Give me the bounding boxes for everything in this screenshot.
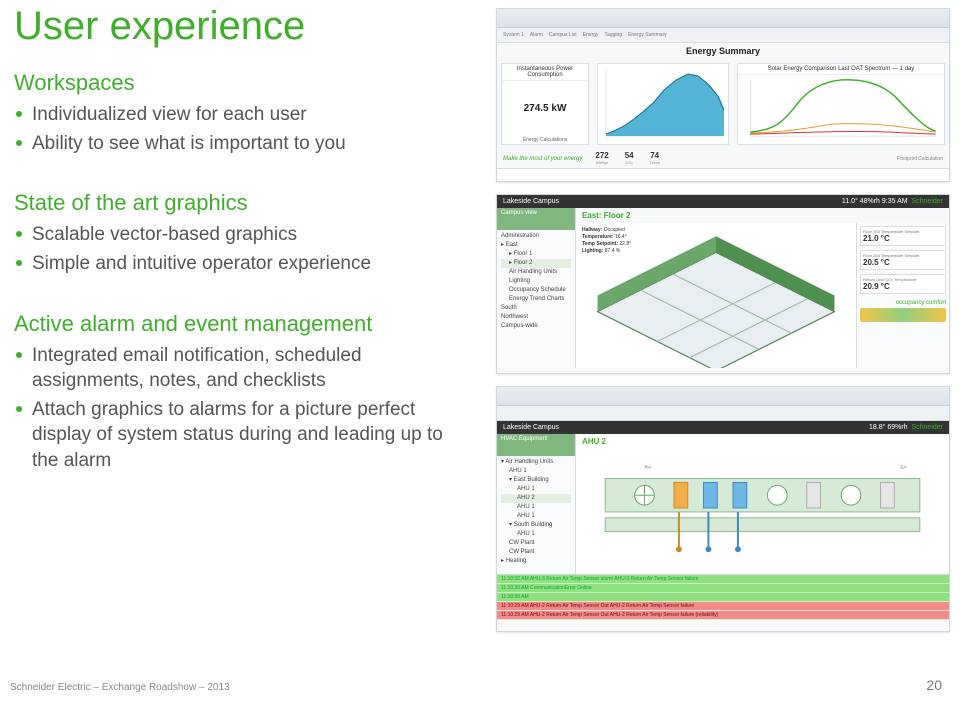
widget-readout: Floor 203 Temperature Setpoint 21.0 °C (860, 226, 946, 246)
brand: Schneider (911, 198, 943, 205)
tree-item: ▾ South Building (501, 521, 571, 530)
alarm-row: 11:10:32 AM AHU-3 Return Air Temp Sensor… (497, 575, 949, 584)
tree-item-selected: ▸ Floor 2 (501, 259, 571, 268)
isometric-floorplan: Hallway: Occupied Temperature: 16.4° Tem… (576, 223, 856, 368)
tree-item: AHU 1 (501, 512, 571, 521)
page-number: 20 (926, 677, 942, 693)
calc-label: Energy Calculations (502, 136, 588, 144)
hvac-diagram: AHU 2 (576, 434, 949, 574)
line-chart (738, 75, 944, 144)
status-readout: 11.0° 48%rh 9:35 AM (842, 198, 908, 205)
alarm-row: 11:10:30 AM CommunicationError Online (497, 584, 949, 593)
tab: Energy Summary (628, 32, 667, 38)
footprint-label: Footprint Calculation (897, 156, 943, 162)
tab: System 1 (503, 32, 524, 38)
toolbar (497, 406, 949, 421)
tree-item: Occupancy Schedule (501, 286, 571, 295)
tree-item: ▸ Floor 1 (501, 250, 571, 259)
svg-text:RA: RA (645, 465, 653, 471)
tagline: Make the most of your energy (503, 156, 582, 162)
card-title: Instantaneous Power Consumption (502, 64, 588, 81)
section-heading: Workspaces (14, 70, 464, 96)
widget-readout: Floor 204 Temperature Setpoint 20.5 °C (860, 250, 946, 270)
tree-item-selected: AHU 2 (501, 494, 571, 503)
right-panel: Floor 203 Temperature Setpoint 21.0 °C F… (856, 223, 949, 368)
app-title: Lakeside Campus (503, 424, 559, 431)
tree-item: CW Plant (501, 539, 571, 548)
tree-item: Lighting (501, 277, 571, 286)
status-readout: 18.8° 69%rh (869, 424, 908, 431)
stat: 272kWh/yr (595, 151, 608, 166)
main-header: East: Floor 2 (576, 208, 949, 223)
screenshot-energy-summary: System 1 Alarm Campus List Energy Taggin… (496, 8, 950, 182)
alarm-row: 11:10:29 AM AHU-2 Return Air Temp Sensor… (497, 611, 949, 620)
tab: Tagging (605, 32, 623, 38)
app-title: Lakeside Campus (503, 198, 559, 205)
window-titlebar (497, 9, 949, 28)
tree-item: ▾ Air Handling Units (501, 458, 571, 467)
tree-item: AHU 1 (501, 485, 571, 494)
meter-value: 274.5 kW (502, 81, 588, 136)
section-heading: Active alarm and event management (14, 311, 464, 337)
widget-readout: Return Duct CO₂ Temperature 20.9 °C (860, 274, 946, 294)
tab: Alarm (530, 32, 543, 38)
tree-item: Administration (501, 232, 571, 241)
tree-item: Air Handling Units (501, 268, 571, 277)
occupancy-label: occupancy comfort (860, 300, 946, 306)
alarm-row: 11:10:30 AM (497, 593, 949, 602)
sidebar-header: Campus view (497, 208, 575, 230)
tab: Energy (583, 32, 599, 38)
info-panel: Hallway: Occupied Temperature: 16.4° Tem… (582, 227, 631, 255)
tree-item: Campus-wide (501, 322, 571, 331)
tree-item: South (501, 304, 571, 313)
screenshot-column: System 1 Alarm Campus List Energy Taggin… (496, 8, 950, 644)
bullet: Ability to see what is important to you (14, 131, 464, 157)
tab: Campus List (549, 32, 577, 38)
tree-item: ▸ Heating (501, 557, 571, 566)
slide-title: User experience (14, 4, 305, 49)
area-chart (598, 64, 728, 144)
toolbar-tabs: System 1 Alarm Campus List Energy Taggin… (497, 28, 949, 43)
screenshot-hvac-alarms: Lakeside Campus 18.8° 69%rh Schneider HV… (496, 386, 950, 632)
sidebar-header: HVAC Equipment (497, 434, 575, 456)
stat: 74Trees (650, 151, 660, 166)
alarm-row: 11:10:29 AM AHU-2 Return Air Temp Sensor… (497, 602, 949, 611)
bullet: Attach graphics to alarms for a picture … (14, 397, 464, 474)
alarm-list: 11:10:32 AM AHU-3 Return Air Temp Sensor… (497, 574, 949, 620)
panel-title: Energy Summary (497, 43, 949, 59)
svg-text:SA: SA (900, 465, 907, 471)
tree-item: CW Plant (501, 548, 571, 557)
tree-item: ▸ East (501, 241, 571, 250)
bullet: Integrated email notification, scheduled… (14, 343, 464, 394)
brand: Schneider (911, 424, 943, 431)
tree-item: ▾ East Building (501, 476, 571, 485)
footer-text: Schneider Electric – Exchange Roadshow –… (10, 682, 230, 693)
tree-item: AHU 1 (501, 503, 571, 512)
text-column: Workspaces Individualized view for each … (14, 70, 464, 508)
sidebar: Campus view Administration ▸ East ▸ Floo… (497, 208, 576, 368)
main-header: AHU 2 (576, 434, 949, 449)
screenshot-lakeside-floor: Lakeside Campus 11.0° 48%rh 9:35 AM Schn… (496, 194, 950, 374)
stat: 54CO₂ (625, 151, 634, 166)
sidebar: HVAC Equipment ▾ Air Handling Units AHU … (497, 434, 576, 574)
card-title: Solar Energy Comparison Last OAT Spectru… (738, 64, 944, 75)
bullet: Simple and intuitive operator experience (14, 251, 464, 277)
tree-item: Northwest (501, 313, 571, 322)
grid-placeholder (497, 168, 949, 182)
tree-item: AHU 1 (501, 530, 571, 539)
bullet: Individualized view for each user (14, 102, 464, 128)
tree-item: AHU 1 (501, 467, 571, 476)
tree-item: Energy Trend Charts (501, 295, 571, 304)
comfort-bar (860, 308, 946, 322)
bullet: Scalable vector-based graphics (14, 222, 464, 248)
section-heading: State of the art graphics (14, 190, 464, 216)
window-titlebar (497, 387, 949, 406)
